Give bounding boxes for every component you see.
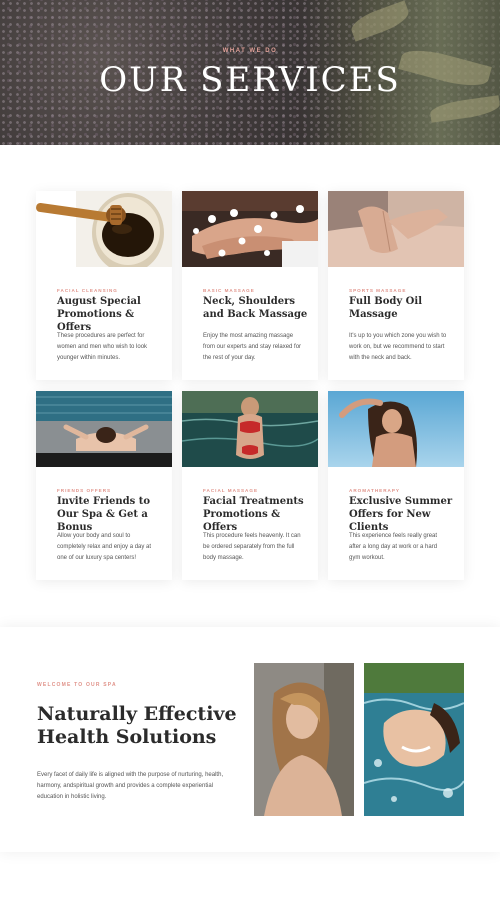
card-title[interactable]: Neck, Shoulders and Back Massage: [203, 295, 309, 321]
service-card[interactable]: SPORTS MASSAGE Full Body Oil Massage It'…: [328, 191, 464, 380]
woman-water-photo: [364, 663, 464, 816]
pool-lounger-photo: [36, 391, 172, 467]
service-card[interactable]: BASIC MASSAGE Neck, Shoulders and Back M…: [182, 191, 318, 380]
honey-pot-photo: [36, 191, 172, 267]
page-title: OUR SERVICES: [99, 60, 401, 100]
section-eyebrow: WELCOME TO OUR SPA: [37, 682, 117, 688]
back-massage-photo: [328, 191, 464, 267]
card-description: It's up to you which zone you wish to wo…: [349, 333, 447, 361]
card-description: This procedure feels heavenly. It can be…: [203, 533, 301, 561]
card-category: SPORTS MASSAGE: [349, 288, 407, 293]
hands-flowers-photo: [182, 191, 318, 267]
service-card[interactable]: AROMATHERAPY Exclusive Summer Offers for…: [328, 391, 464, 580]
woman-sky-photo: [328, 391, 464, 467]
woman-portrait-photo: [254, 663, 354, 816]
card-category: FRIENDS OFFERS: [57, 488, 112, 493]
card-category: AROMATHERAPY: [349, 488, 400, 493]
card-title[interactable]: Exclusive Summer Offers for New Clients: [349, 495, 455, 534]
card-title[interactable]: Invite Friends to Our Spa & Get a Bonus: [57, 495, 163, 534]
service-card[interactable]: FACIAL MASSAGE Facial Treatments Promoti…: [182, 391, 318, 580]
card-title[interactable]: Facial Treatments Promotions & Offers: [203, 495, 309, 534]
card-category: BASIC MASSAGE: [203, 288, 255, 293]
card-description: Enjoy the most amazing massage from our …: [203, 333, 302, 361]
service-card[interactable]: FRIENDS OFFERS Invite Friends to Our Spa…: [36, 391, 172, 580]
card-category: FACIAL CLEANSING: [57, 288, 118, 293]
hero-eyebrow: WHAT WE DO: [222, 48, 278, 54]
hero-banner: WHAT WE DO OUR SERVICES: [0, 0, 500, 145]
woman-pool-photo: [182, 391, 318, 467]
service-card[interactable]: FACIAL CLEANSING August Special Promotio…: [36, 191, 172, 380]
section-description: Every facet of daily life is aligned wit…: [37, 772, 224, 800]
card-description: Allow your body and soul to completely r…: [57, 533, 152, 561]
card-title[interactable]: Full Body Oil Massage: [349, 295, 455, 321]
card-title[interactable]: August Special Promotions & Offers: [57, 295, 163, 334]
card-description: This experience feels really great after…: [349, 533, 438, 561]
card-category: FACIAL MASSAGE: [203, 488, 259, 493]
section-title: Naturally Effective Health Solutions: [37, 703, 237, 748]
welcome-section: WELCOME TO OUR SPA Naturally Effective H…: [0, 627, 500, 852]
card-description: These procedures are perfect for women a…: [57, 333, 148, 361]
